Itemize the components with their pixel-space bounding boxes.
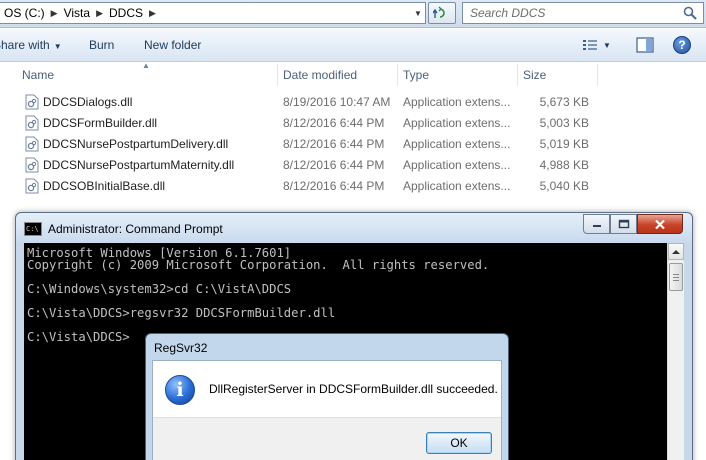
- preview-pane-icon: [636, 37, 654, 53]
- file-date-modified: 8/12/2016 6:44 PM: [283, 116, 385, 130]
- dll-file-icon: [25, 115, 39, 131]
- breadcrumb-item-ddcs[interactable]: DDCS: [105, 6, 147, 20]
- file-name: DDCSFormBuilder.dll: [43, 116, 158, 130]
- file-date-modified: 8/12/2016 6:44 PM: [283, 137, 385, 151]
- refresh-button[interactable]: [428, 2, 456, 24]
- column-header-name[interactable]: Name: [16, 62, 277, 88]
- dll-file-icon: [25, 94, 39, 110]
- chevron-down-icon: ▼: [53, 42, 62, 51]
- dll-file-icon: [25, 178, 39, 194]
- dll-file-icon: [25, 157, 39, 173]
- share-with-label: Share with: [0, 38, 50, 52]
- burn-button[interactable]: Burn: [89, 38, 114, 52]
- file-type: Application extens...: [403, 179, 511, 193]
- console-line: C:\Vista\DDCS>: [27, 330, 130, 344]
- file-date-modified: 8/12/2016 6:44 PM: [283, 179, 385, 193]
- close-icon: [655, 219, 665, 229]
- file-name: DDCSDialogs.dll: [43, 95, 133, 109]
- search-icon[interactable]: [683, 6, 697, 20]
- column-header-type[interactable]: Type: [397, 62, 517, 88]
- help-icon[interactable]: ?: [673, 36, 691, 54]
- command-prompt-icon[interactable]: C:\: [24, 222, 42, 236]
- breadcrumb-item-drive[interactable]: OS (C:): [0, 6, 49, 20]
- preview-pane-button[interactable]: [636, 37, 654, 56]
- view-details-icon: [583, 40, 597, 50]
- file-name: DDCSOBInitialBase.dll: [43, 179, 166, 193]
- refresh-icon: [433, 6, 445, 18]
- console-line: Copyright (c) 2009 Microsoft Corporation…: [27, 258, 490, 272]
- file-date-modified: 8/12/2016 6:44 PM: [283, 158, 385, 172]
- breadcrumb-separator-icon[interactable]: ▶: [147, 8, 158, 19]
- file-row[interactable]: DDCSOBInitialBase.dll 8/12/2016 6:44 PM …: [0, 176, 706, 197]
- console-line: C:\Vista\DDCS>regsvr32 DDCSFormBuilder.d…: [27, 306, 336, 320]
- file-type: Application extens...: [403, 95, 511, 109]
- dll-file-icon: [25, 136, 39, 152]
- scroll-up-button[interactable]: [668, 243, 684, 260]
- vertical-scrollbar[interactable]: [667, 243, 684, 460]
- command-prompt-title-bar[interactable]: C:\ Administrator: Command Prompt: [16, 213, 692, 243]
- address-bar: OS (C:) ▶ Vista ▶ DDCS ▶ ▼: [0, 0, 706, 28]
- breadcrumb-separator-icon[interactable]: ▶: [94, 8, 105, 19]
- file-size: 5,040 KB: [539, 179, 589, 193]
- file-list-header: ▲ Name Date modified Type Size: [0, 61, 706, 88]
- file-type: Application extens...: [403, 116, 511, 130]
- file-row[interactable]: DDCSNursePostpartumDelivery.dll 8/12/201…: [0, 134, 706, 155]
- minimize-icon: [592, 225, 601, 227]
- regsvr32-dialog[interactable]: RegSvr32 i DllRegisterServer in DDCSForm…: [145, 333, 509, 460]
- file-type: Application extens...: [403, 158, 511, 172]
- column-header-date-modified[interactable]: Date modified: [277, 62, 397, 88]
- scroll-thumb[interactable]: [669, 263, 683, 291]
- maximize-icon: [618, 219, 629, 229]
- file-name: DDCSNursePostpartumDelivery.dll: [43, 137, 229, 151]
- maximize-button[interactable]: [610, 214, 637, 234]
- address-dropdown-icon[interactable]: ▼: [410, 2, 426, 24]
- change-view-button[interactable]: ▼: [582, 38, 611, 52]
- file-date-modified: 8/19/2016 10:47 AM: [283, 95, 391, 109]
- grip-line: [673, 280, 679, 281]
- console-line: C:\Windows\system32>cd C:\VistA\DDCS: [27, 282, 292, 296]
- ok-button[interactable]: OK: [426, 432, 492, 454]
- command-bar: Share with▼ Burn New folder ▼ ?: [0, 29, 706, 62]
- new-folder-button[interactable]: New folder: [144, 38, 201, 52]
- breadcrumb-item-vista[interactable]: Vista: [60, 6, 94, 20]
- column-header-size[interactable]: Size: [517, 62, 597, 88]
- info-icon: i: [165, 375, 195, 405]
- close-button[interactable]: [637, 214, 683, 234]
- file-row[interactable]: DDCSNursePostpartumMaternity.dll 8/12/20…: [0, 155, 706, 176]
- search-input[interactable]: [463, 6, 673, 20]
- grip-line: [673, 277, 679, 278]
- search-box[interactable]: [462, 2, 704, 24]
- file-size: 5,673 KB: [539, 95, 589, 109]
- column-divider[interactable]: [597, 64, 598, 86]
- grip-line: [673, 274, 679, 275]
- chevron-up-icon: [672, 249, 680, 254]
- file-row[interactable]: DDCSDialogs.dll 8/19/2016 10:47 AM Appli…: [0, 92, 706, 113]
- file-row[interactable]: DDCSFormBuilder.dll 8/12/2016 6:44 PM Ap…: [0, 113, 706, 134]
- window-title: Administrator: Command Prompt: [48, 222, 223, 236]
- file-size: 4,988 KB: [539, 158, 589, 172]
- chevron-down-icon: ▼: [603, 40, 611, 50]
- dialog-message: DllRegisterServer in DDCSFormBuilder.dll…: [209, 382, 498, 396]
- breadcrumb[interactable]: OS (C:) ▶ Vista ▶ DDCS ▶: [0, 2, 426, 24]
- share-with-button[interactable]: Share with▼: [0, 38, 62, 52]
- minimize-button[interactable]: [583, 214, 610, 234]
- file-size: 5,003 KB: [539, 116, 589, 130]
- file-size: 5,019 KB: [539, 137, 589, 151]
- file-type: Application extens...: [403, 137, 511, 151]
- dialog-title: RegSvr32: [154, 341, 208, 355]
- breadcrumb-separator-icon[interactable]: ▶: [49, 8, 60, 19]
- file-name: DDCSNursePostpartumMaternity.dll: [43, 158, 235, 172]
